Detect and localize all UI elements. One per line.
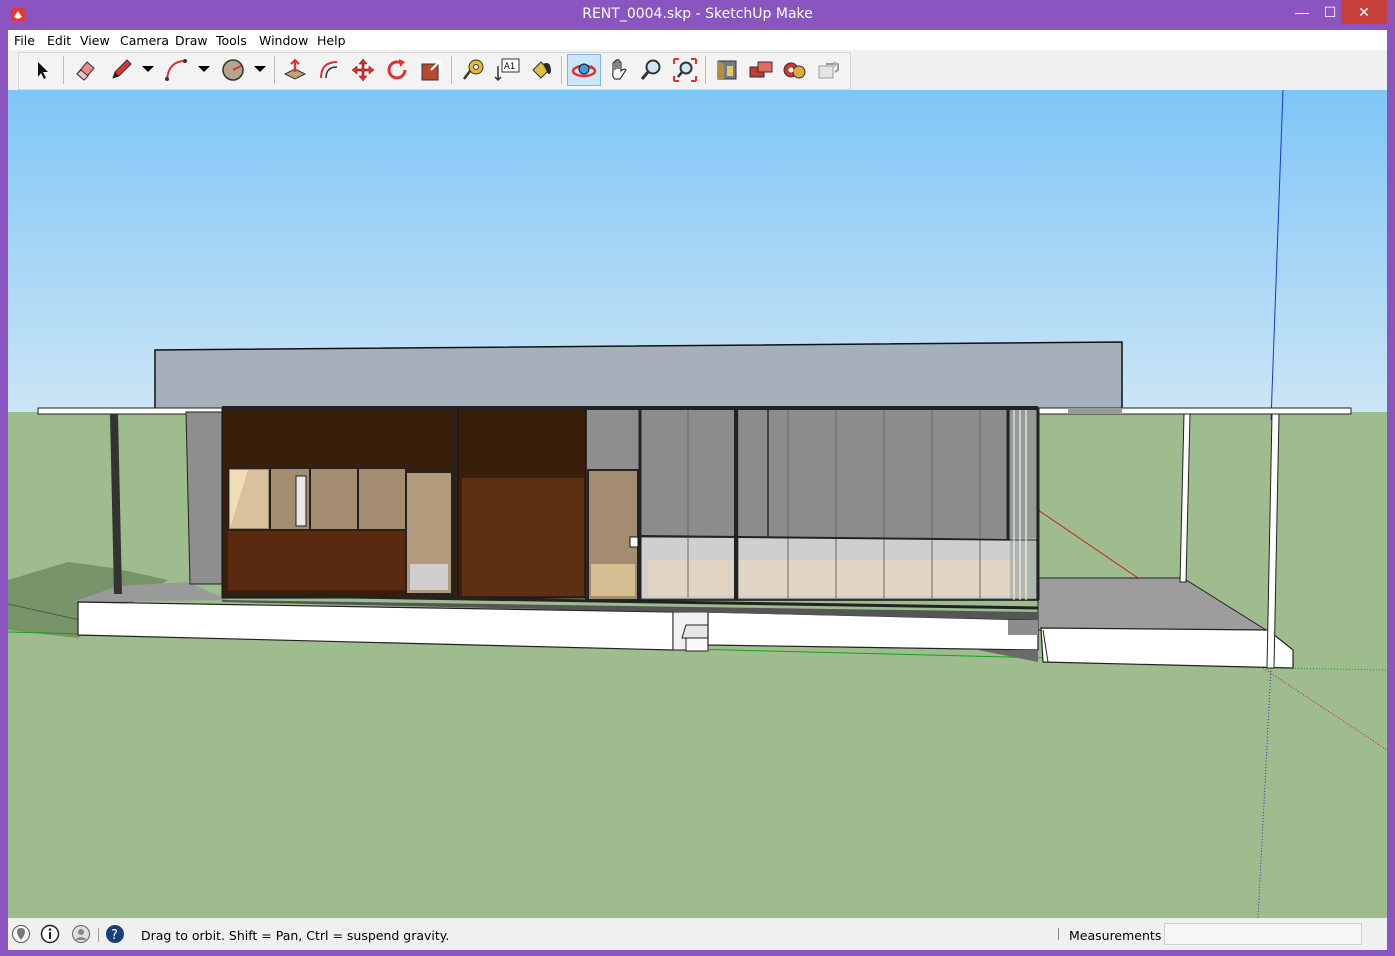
rotate-icon	[387, 59, 407, 80]
help-icon[interactable]: ?	[105, 924, 125, 944]
scale-tool-button[interactable]	[416, 55, 446, 85]
maximize-button[interactable]: ☐	[1316, 0, 1344, 24]
credits-icon[interactable]	[40, 924, 60, 944]
rotate-tool-button[interactable]	[382, 55, 412, 85]
text-icon: A1	[494, 58, 520, 82]
push-pull-tool-button[interactable]	[280, 55, 310, 85]
circle-dropdown-icon[interactable]	[254, 66, 266, 72]
3d-warehouse-icon	[717, 60, 737, 80]
menu-edit[interactable]: Edit	[47, 33, 71, 48]
layout-send-icon	[818, 61, 839, 79]
toolbar-separator	[561, 56, 562, 84]
eraser-icon	[76, 61, 95, 81]
scale-icon	[421, 60, 441, 81]
arc-icon	[165, 59, 187, 81]
title-bar: RENT_0004.skp - SketchUp Make — ☐ ✕	[0, 0, 1395, 30]
push-pull-icon	[283, 58, 307, 80]
close-button[interactable]: ✕	[1341, 0, 1387, 24]
zoom-extents-tool-button[interactable]	[670, 55, 700, 85]
extension-warehouse-icon	[783, 62, 806, 79]
menu-window[interactable]: Window	[259, 33, 308, 48]
geo-location-icon[interactable]	[11, 924, 31, 944]
pencil-dropdown-icon[interactable]	[142, 66, 154, 72]
menu-file[interactable]: File	[14, 33, 35, 48]
circle-icon	[222, 59, 244, 81]
component-share-button[interactable]	[746, 55, 776, 85]
svg-text:?: ?	[111, 928, 118, 943]
toolbar-separator	[274, 56, 275, 84]
offset-icon	[320, 61, 338, 79]
toolbar-separator	[451, 56, 452, 84]
roof	[154, 341, 1123, 413]
model-viewport[interactable]	[8, 90, 1387, 918]
text-tool-button[interactable]: A1	[492, 55, 522, 85]
orbit-tool-button[interactable]	[567, 54, 601, 86]
pan-tool-button[interactable]	[604, 55, 634, 85]
extension-warehouse-button[interactable]	[780, 55, 810, 85]
tape-measure-tool-button[interactable]	[458, 55, 488, 85]
pan-icon	[612, 59, 627, 80]
zoom-icon	[640, 59, 661, 80]
menu-camera[interactable]: Camera	[120, 33, 169, 48]
menu-view[interactable]: View	[80, 33, 110, 48]
sketchup-window: RENT_0004.skp - SketchUp Make — ☐ ✕ File…	[0, 0, 1395, 956]
status-bar: ? Drag to orbit. Shift = Pan, Ctrl = sus…	[8, 918, 1387, 950]
status-divider	[98, 928, 99, 942]
account-icon[interactable]	[71, 924, 91, 944]
status-hint: Drag to orbit. Shift = Pan, Ctrl = suspe…	[141, 928, 450, 943]
3d-warehouse-button[interactable]	[712, 55, 742, 85]
paint-bucket-icon	[532, 61, 551, 79]
arc-tool-button[interactable]	[161, 55, 191, 85]
component-share-icon	[749, 61, 773, 78]
paint-bucket-tool-button[interactable]	[526, 55, 556, 85]
menu-bar: File Edit View Camera Draw Tools Window …	[8, 30, 1387, 50]
measurements-label: Measurements	[1069, 928, 1162, 943]
pencil-tool-button[interactable]	[106, 55, 136, 85]
menu-help[interactable]: Help	[317, 33, 346, 48]
menu-tools[interactable]: Tools	[216, 33, 247, 48]
tape-measure-icon	[463, 59, 484, 80]
menu-draw[interactable]: Draw	[175, 33, 208, 48]
pencil-icon	[112, 59, 132, 79]
select-icon	[38, 62, 48, 79]
toolbar-separator	[63, 56, 64, 84]
eraser-tool-button[interactable]	[70, 55, 100, 85]
minimize-button[interactable]: —	[1288, 0, 1316, 24]
status-divider	[1058, 928, 1059, 940]
arc-dropdown-icon[interactable]	[198, 66, 210, 72]
move-icon	[351, 58, 375, 82]
toolbar: A1	[8, 50, 1387, 91]
layout-send-button[interactable]	[814, 55, 844, 85]
move-tool-button[interactable]	[348, 55, 378, 85]
zoom-tool-button[interactable]	[636, 55, 666, 85]
svg-text:A1: A1	[504, 62, 515, 72]
circle-tool-button[interactable]	[218, 55, 248, 85]
orbit-icon	[571, 63, 597, 78]
window-title: RENT_0004.skp - SketchUp Make	[582, 6, 813, 22]
measurements-input[interactable]	[1164, 923, 1362, 945]
toolbar-separator	[705, 56, 706, 84]
zoom-extents-icon	[673, 58, 697, 82]
select-tool-button[interactable]	[27, 55, 57, 85]
house-model-scene[interactable]	[8, 90, 1387, 918]
offset-tool-button[interactable]	[314, 55, 344, 85]
